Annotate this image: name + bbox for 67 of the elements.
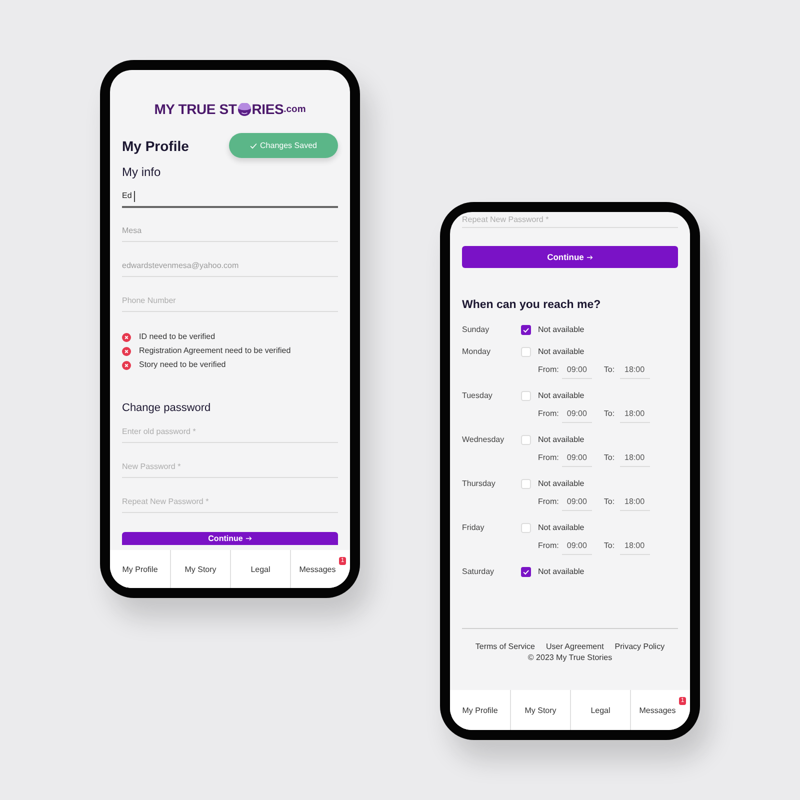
- day-label: Saturday: [462, 566, 496, 578]
- time-field[interactable]: 18:00: [620, 361, 650, 379]
- checkbox[interactable]: [521, 567, 531, 577]
- footer-link[interactable]: Privacy Policy: [614, 641, 665, 652]
- time-label: To:: [604, 408, 615, 420]
- footer-link[interactable]: Terms of Service: [475, 641, 535, 652]
- time-field[interactable]: 09:00: [562, 537, 592, 555]
- checkbox-label: Not available: [538, 391, 584, 401]
- time-field[interactable]: 18:00: [620, 405, 650, 423]
- arrow-right-icon: [586, 254, 593, 260]
- sphere-icon: [238, 102, 251, 116]
- day-label: Wednesday: [462, 434, 506, 446]
- checkbox-label: Not available: [538, 479, 584, 489]
- time-label: To:: [604, 364, 615, 376]
- logo-text: RIES: [252, 101, 284, 117]
- time-label: To:: [604, 452, 615, 464]
- time-field[interactable]: 09:00: [562, 405, 592, 423]
- section-heading: My info: [122, 165, 162, 179]
- day-label: Sunday: [462, 324, 490, 336]
- text-cursor-icon: [134, 190, 135, 202]
- continue-button[interactable]: Continue: [122, 532, 338, 545]
- time-label: From:: [538, 408, 559, 420]
- day-label: Monday: [462, 346, 492, 358]
- checkbox[interactable]: [521, 479, 531, 489]
- time-field[interactable]: 09:00: [562, 449, 592, 467]
- footer-link[interactable]: User Agreement: [546, 641, 604, 652]
- warning-text: Story need to be verified: [139, 360, 226, 370]
- checkbox-label: Not available: [538, 567, 584, 577]
- checkbox[interactable]: [521, 391, 531, 401]
- time-label: From:: [538, 452, 559, 464]
- text-field[interactable]: Ed: [122, 184, 338, 207]
- time-label: To:: [604, 540, 615, 552]
- time-label: From:: [538, 496, 559, 508]
- time-field[interactable]: 09:00: [562, 493, 592, 511]
- logo-suffix: .com: [284, 103, 306, 117]
- checkbox[interactable]: [521, 347, 531, 357]
- time-label: From:: [538, 540, 559, 552]
- checkbox[interactable]: [521, 523, 531, 533]
- time-field[interactable]: 18:00: [620, 449, 650, 467]
- time-field[interactable]: 18:00: [620, 493, 650, 511]
- error-icon: [122, 332, 131, 342]
- time-field[interactable]: 18:00: [620, 537, 650, 555]
- checkbox-label: Not available: [538, 523, 584, 533]
- time-label: To:: [604, 496, 615, 508]
- checkbox[interactable]: [521, 325, 531, 335]
- section-heading: Change password: [122, 401, 212, 415]
- page-title: My Profile: [122, 138, 189, 154]
- warning-text: ID need to be verified: [139, 332, 216, 342]
- toast-text: Changes Saved: [260, 140, 317, 150]
- error-icon: [122, 360, 131, 370]
- copyright-text: © 2023 My True Stories: [528, 652, 612, 664]
- checkbox-label: Not available: [538, 435, 584, 445]
- time-label: From:: [538, 364, 559, 376]
- day-label: Friday: [462, 522, 486, 534]
- error-icon: [122, 346, 131, 356]
- day-label: Tuesday: [462, 390, 494, 402]
- checkbox-label: Not available: [538, 325, 584, 335]
- time-field[interactable]: 09:00: [562, 361, 592, 379]
- logo-text: MY TRUE ST: [154, 101, 237, 117]
- checkbox[interactable]: [521, 435, 531, 445]
- warning-text: Registration Agreement need to be verified: [139, 346, 291, 356]
- day-label: Thursday: [462, 478, 496, 490]
- checkbox-label: Not available: [538, 347, 584, 357]
- section-heading: When can you reach me?: [462, 298, 602, 312]
- continue-button[interactable]: Continue: [462, 246, 678, 268]
- check-icon: [250, 142, 258, 148]
- arrow-right-icon: [246, 536, 252, 541]
